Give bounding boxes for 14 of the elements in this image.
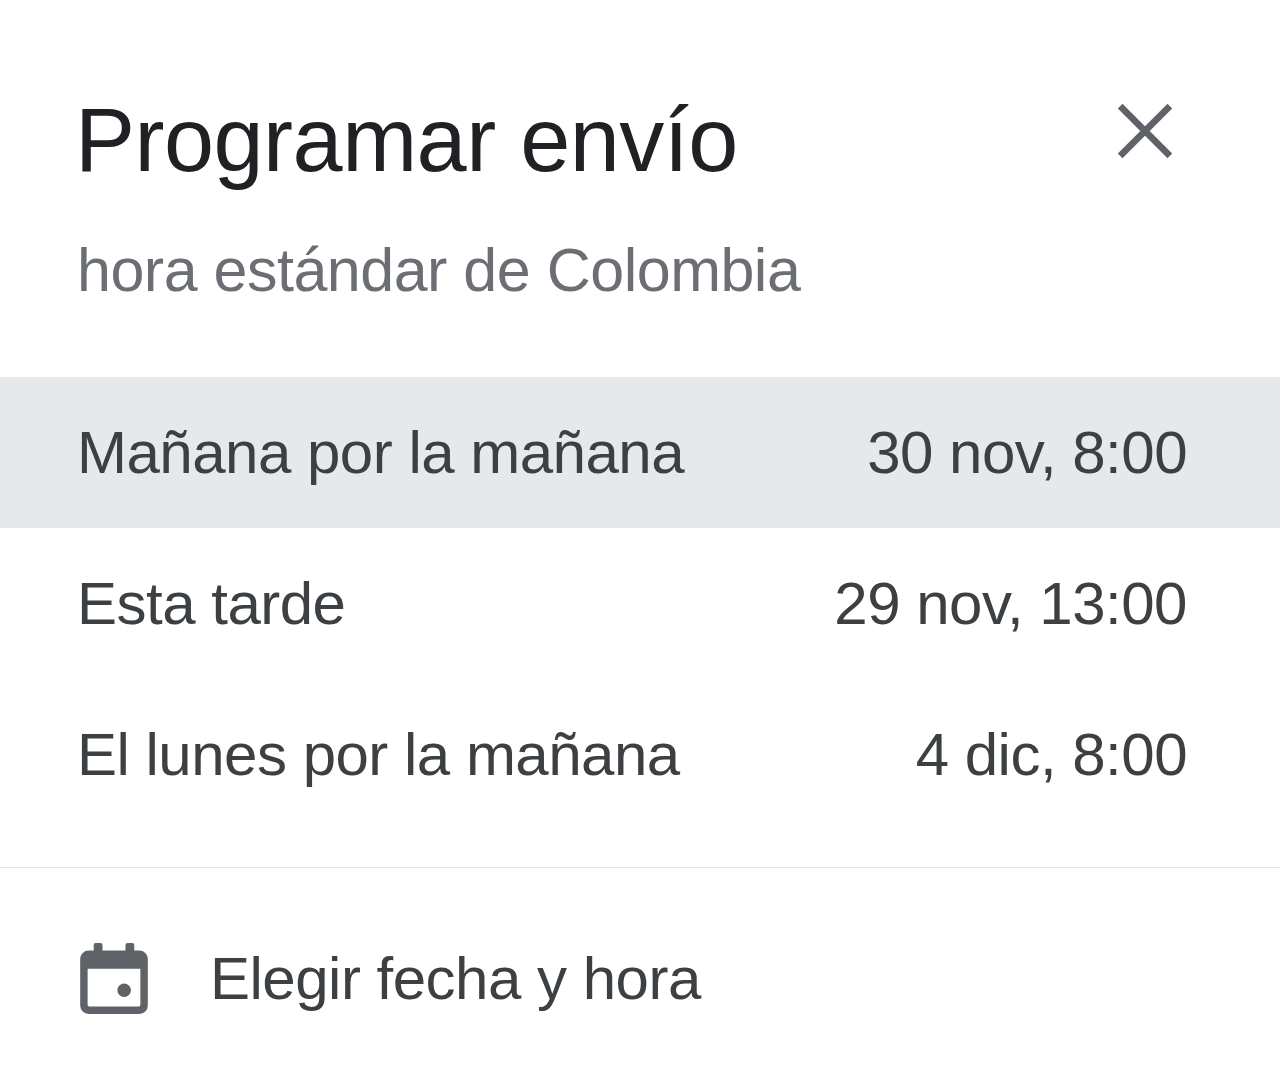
option-label: Esta tarde bbox=[77, 569, 346, 638]
schedule-option[interactable]: Esta tarde 29 nov, 13:00 bbox=[0, 528, 1280, 679]
schedule-option[interactable]: El lunes por la mañana 4 dic, 8:00 bbox=[0, 679, 1280, 830]
calendar-icon bbox=[80, 942, 148, 1014]
dialog-title: Programar envío bbox=[75, 90, 738, 190]
option-label: Mañana por la mañana bbox=[77, 418, 685, 487]
pick-date-time-item[interactable]: Elegir fecha y hora bbox=[0, 903, 701, 1053]
option-label: El lunes por la mañana bbox=[77, 720, 680, 789]
schedule-option[interactable]: Mañana por la mañana 30 nov, 8:00 bbox=[0, 377, 1280, 528]
option-time: 29 nov, 13:00 bbox=[834, 569, 1187, 638]
close-icon bbox=[1115, 102, 1175, 160]
option-time: 4 dic, 8:00 bbox=[915, 720, 1187, 789]
option-time: 30 nov, 8:00 bbox=[867, 418, 1187, 487]
timezone-label: hora estándar de Colombia bbox=[76, 235, 802, 305]
